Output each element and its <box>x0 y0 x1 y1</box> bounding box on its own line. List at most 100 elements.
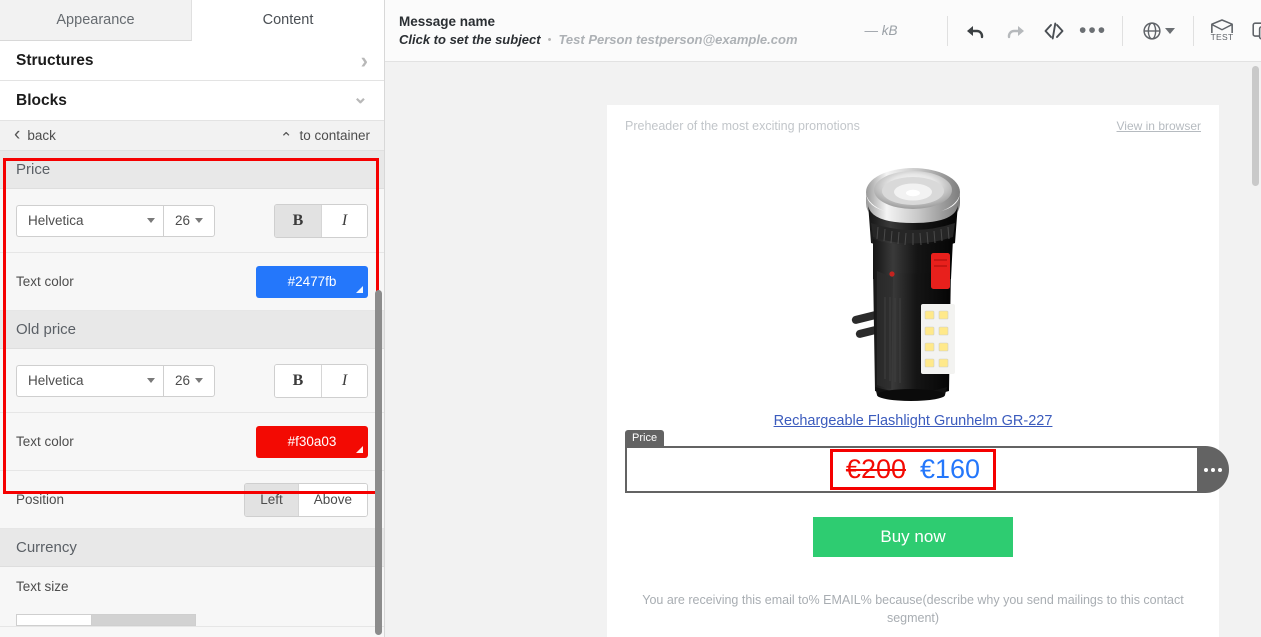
group-title-price-label: Price <box>16 161 51 178</box>
price-color-row: Text color #2477fb <box>0 253 384 311</box>
editor-toolbar: Message name Click to set the subject • … <box>385 0 1261 62</box>
product-image[interactable] <box>607 139 1219 407</box>
old-price-color-row: Text color #f30a03 <box>0 413 384 471</box>
price-italic-label: I <box>341 211 348 229</box>
old-price-font-family-select[interactable]: Helvetica <box>16 364 163 397</box>
section-structures-label: Structures <box>16 51 94 69</box>
old-price-value[interactable]: €200 <box>846 454 906 485</box>
group-title-old-price: Old price <box>0 311 384 349</box>
chevron-down-icon <box>195 378 204 383</box>
group-title-currency-label: Currency <box>16 539 77 556</box>
chevron-down-icon <box>195 218 204 223</box>
redo-icon[interactable] <box>996 11 1035 50</box>
toolbar-divider <box>1121 15 1123 46</box>
section-structures[interactable]: Structures <box>0 41 384 81</box>
group-title-currency: Currency <box>0 529 384 567</box>
email-preview: Preheader of the most exciting promotion… <box>607 105 1229 637</box>
price-font-size-select[interactable]: 26 <box>163 204 215 237</box>
position-option-above[interactable]: Above <box>297 483 367 516</box>
back-button[interactable]: back <box>14 125 56 147</box>
chevron-up-icon <box>280 127 293 145</box>
price-text-color-swatch[interactable]: #2477fb <box>256 265 368 298</box>
email-editor-app: Appearance Content Structures Blocks bac… <box>0 0 1261 637</box>
price-text-color-label: Text color <box>16 274 74 289</box>
duplicate-icon[interactable] <box>1242 11 1261 50</box>
block-options-handle[interactable] <box>1197 446 1229 493</box>
old-price-text-color-swatch[interactable]: #f30a03 <box>256 425 368 458</box>
position-option-left[interactable]: Left <box>245 483 298 516</box>
code-icon[interactable] <box>1035 11 1074 50</box>
price-font-size-value: 26 <box>174 213 191 228</box>
buy-now-button[interactable]: Buy now <box>813 517 1013 557</box>
panel-navbar: back to container <box>0 121 384 151</box>
old-price-style-buttons: B I <box>274 363 368 398</box>
price-text-color-value: #2477fb <box>287 274 337 289</box>
price-block-selection[interactable]: €200 €160 <box>625 446 1229 493</box>
section-blocks-label: Blocks <box>16 91 67 109</box>
chevron-down-icon <box>353 92 368 110</box>
old-price-italic-button[interactable]: I <box>321 364 367 397</box>
more-icon[interactable]: ••• <box>1074 11 1113 50</box>
canvas-scrollbar[interactable] <box>1252 66 1259 186</box>
old-price-font-size-select[interactable]: 26 <box>163 364 215 397</box>
price-font-family-value: Helvetica <box>28 213 84 228</box>
settings-panel: Appearance Content Structures Blocks bac… <box>0 0 385 637</box>
currency-text-size-slider[interactable] <box>16 614 196 626</box>
chevron-right-icon <box>361 50 368 72</box>
sender-address[interactable]: Test Person testperson@example.com <box>558 32 797 47</box>
section-blocks[interactable]: Blocks <box>0 81 384 121</box>
message-size: — kB <box>864 23 898 38</box>
chevron-down-icon <box>147 218 155 223</box>
view-in-browser-link[interactable]: View in browser <box>1117 119 1201 133</box>
price-font-family-select[interactable]: Helvetica <box>16 204 163 237</box>
group-title-price: Price <box>0 151 384 189</box>
tab-appearance[interactable]: Appearance <box>0 0 192 41</box>
currency-text-size-label: Text size <box>16 579 69 594</box>
buy-button-wrap: Buy now <box>607 517 1219 557</box>
product-title[interactable]: Rechargeable Flashlight Grunhelm GR-227 <box>607 413 1219 429</box>
old-price-font-combo: Helvetica 26 <box>16 364 215 397</box>
toolbar-buttons: ••• TEST <box>938 11 1261 50</box>
slider-remaining <box>91 614 196 626</box>
buy-now-label: Buy now <box>880 527 946 546</box>
to-container-button[interactable]: to container <box>280 127 370 145</box>
globe-icon <box>1142 21 1161 40</box>
dot-icon <box>1211 467 1215 472</box>
editor-main: Message name Click to set the subject • … <box>385 0 1261 637</box>
block-type-badge: Price <box>625 430 665 446</box>
panel-tabs: Appearance Content <box>0 0 384 41</box>
old-price-text-color-label: Text color <box>16 434 74 449</box>
position-row: Position Left Above <box>0 471 384 529</box>
slider-filled <box>16 614 92 626</box>
old-price-bold-button[interactable]: B <box>275 364 321 397</box>
test-email-label: TEST <box>1210 32 1234 42</box>
separator-dot: • <box>547 33 552 46</box>
position-option-left-label: Left <box>260 492 283 507</box>
price-block: Price €200 €160 <box>607 430 1229 493</box>
old-price-font-row: Helvetica 26 B I <box>0 349 384 413</box>
price-style-buttons: B I <box>274 203 368 238</box>
to-container-label: to container <box>299 128 370 143</box>
language-selector[interactable] <box>1132 11 1184 50</box>
price-bold-button[interactable]: B <box>275 204 321 237</box>
group-title-old-price-label: Old price <box>16 321 77 338</box>
dot-icon <box>1204 467 1208 472</box>
tab-appearance-label: Appearance <box>56 12 135 28</box>
test-email-icon[interactable]: TEST <box>1203 11 1242 50</box>
chevron-down-icon <box>1164 27 1175 34</box>
chevron-down-icon <box>147 378 155 383</box>
email-canvas: Preheader of the most exciting promotion… <box>385 62 1261 637</box>
preheader-text[interactable]: Preheader of the most exciting promotion… <box>625 119 860 133</box>
message-name[interactable]: Message name <box>399 14 798 29</box>
tab-content[interactable]: Content <box>192 0 384 41</box>
undo-icon[interactable] <box>957 11 996 50</box>
subject-placeholder[interactable]: Click to set the subject <box>399 32 541 47</box>
panel-scrollbar[interactable] <box>375 290 382 635</box>
old-price-text-color-value: #f30a03 <box>287 434 337 449</box>
highlight-annotation-prices: €200 €160 <box>829 449 997 490</box>
new-price-value[interactable]: €160 <box>920 454 980 485</box>
toolbar-divider <box>1192 15 1194 46</box>
price-italic-button[interactable]: I <box>321 204 367 237</box>
preheader-row: Preheader of the most exciting promotion… <box>607 105 1219 133</box>
tab-content-label: Content <box>262 12 314 28</box>
